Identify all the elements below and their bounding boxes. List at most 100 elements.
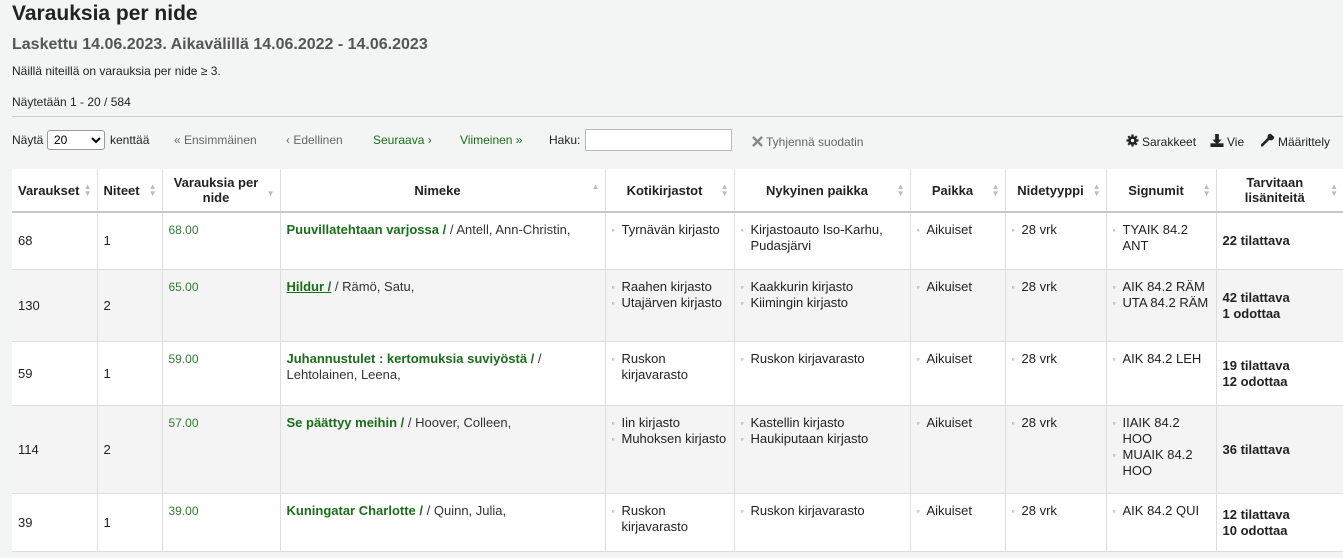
title-link[interactable]: Se päättyy meihin / [287,415,405,430]
holds-count: 130 [12,269,98,342]
table-row: 114 2 57.00 Se päättyy meihin / / Hoover, C… [12,405,1343,494]
title-wrap: Hildur / / Rämö, Satu, [287,270,599,295]
entries-label: kenttää [110,133,150,147]
title-link[interactable]: Hildur / [287,279,332,294]
current-location: Ruskon kirjavarasto [741,503,904,519]
items-count: 1 [97,493,163,552]
item-type-cell: 28 vrk [1005,269,1107,342]
title-link[interactable]: Kuningatar Charlotte / [287,503,424,518]
column-header-items[interactable]: Niteet ▲ ▼ [97,169,163,213]
location: Aikuiset [917,503,999,519]
column-header-home-libraries[interactable]: Kotikirjastot ▲ ▼ [605,169,735,213]
item-type-item: 28 vrk [1012,222,1100,238]
current-location-cell: Kirjastoauto Iso-Karhu, Pudasjärvi [734,212,911,270]
location-cell: Aikuiset [910,405,1006,494]
column-header-location[interactable]: Paikka ▲ ▼ [910,169,1006,213]
holds-count: 59 [12,341,98,406]
column-header-call-numbers[interactable]: Signumit ▲ ▼ [1106,169,1217,213]
author: / Rämö, Satu, [334,279,415,294]
configure-button[interactable]: Määrittely [1260,130,1330,155]
report-note: Näillä niteillä on varauksia per nide ≥ … [12,64,221,78]
title-link[interactable]: Puuvillatehtaan varjossa / [287,222,447,237]
title-cell: Puuvillatehtaan varjossa / / Antell, Ann… [280,212,606,270]
call-numbers-cell: TYAIK 84.2 ANT [1106,212,1217,270]
item-type-cell: 28 vrk [1005,405,1107,494]
home-libraries-item: Tyrnävän kirjasto [612,222,728,238]
table-row: 68 1 68.00 Puuvillatehtaan varjossa / / Ant… [12,212,1343,270]
location-cell: Aikuiset [910,493,1006,552]
export-button[interactable]: Vie [1210,130,1244,155]
item-type-item: 28 vrk [1012,279,1100,295]
location: Aikuiset [917,279,999,295]
items-count: 2 [97,269,163,342]
last-page-link[interactable]: Viimeinen » [460,128,522,152]
sort-icon: ▲ ▼ [991,182,1000,198]
call-numbers-item: TYAIK 84.2 ANT [1113,222,1210,254]
next-page-link[interactable]: Seuraava › [373,128,432,152]
table-row: 59 1 59.00 Juhannustulet : kertomuksia suvi… [12,341,1343,406]
location: Aikuiset [917,351,999,367]
previous-page-link[interactable]: ‹ Edellinen [286,128,343,152]
call-numbers-cell: AIK 84.2 RÄMUTA 84.2 RÄM [1106,269,1217,342]
home-libraries: Raahen kirjastoUtajärven kirjasto [612,279,728,311]
item-type-wrap: 28 vrk [1012,494,1100,519]
holds-count: 114 [12,405,98,494]
call-numbers-item: AIK 84.2 RÄM [1113,279,1210,295]
column-header-holds[interactable]: Varaukset ▲ ▼ [12,169,98,213]
current-location-cell: Ruskon kirjavarasto [734,341,911,406]
items-needed-line: 10 odottaa [1222,522,1288,538]
current-location-item: Haukiputaan kirjasto [741,431,904,447]
sort-icon: ▲ ▼ [896,182,905,198]
column-header-item-type[interactable]: Nidetyyppi ▲ ▼ [1005,169,1107,213]
current-location-wrap: Ruskon kirjavarasto [741,494,904,519]
holds-per-item: 59.00 [162,341,281,406]
call-numbers-wrap: AIK 84.2 QUI [1113,494,1210,519]
home-libraries-wrap: Raahen kirjastoUtajärven kirjasto [612,270,728,311]
sort-ascending-icon: ▲ [591,182,600,191]
home-libraries-item: Raahen kirjasto [612,279,728,295]
page-size-select[interactable]: 20 [47,130,105,150]
items-needed-line: 22 tilattava [1222,233,1290,248]
current-location-cell: Kaakkurin kirjastoKiimingin kirjasto [734,269,911,342]
location-wrap: Aikuiset [917,406,999,431]
clear-filter-button[interactable]: Tyhjennä suodatin [752,130,863,155]
table-header-row: Varaukset ▲ ▼ Niteet ▲ ▼ Varauksia per nide … [12,169,1343,213]
items-needed-line: 19 tilattava [1222,357,1290,373]
item-type-wrap: 28 vrk [1012,270,1100,295]
home-libraries-cell: Tyrnävän kirjasto [605,212,735,270]
home-libraries-cell: Ruskon kirjavarasto [605,341,735,406]
items-count: 1 [97,212,163,270]
home-libraries-wrap: Iin kirjastoMuhoksen kirjasto [612,406,728,447]
sort-descending-icon: ▼ [266,189,275,198]
items-needed: 19 tilattava 12 odottaa [1216,341,1343,406]
column-header-holds-per-item[interactable]: Varauksia per nide ▼ [162,169,281,213]
first-page-link[interactable]: « Ensimmäinen [174,128,257,152]
divider [12,116,1343,117]
holds-per-item-value: 59.00 [168,352,199,366]
page-size-label: Näytä [12,133,44,147]
item-type-wrap: 28 vrk [1012,406,1100,431]
current-location: Kirjastoauto Iso-Karhu, Pudasjärvi [741,222,904,254]
sort-icon: ▲ ▼ [83,182,92,198]
search-input[interactable] [585,129,732,151]
current-location-item: Ruskon kirjavarasto [741,503,904,519]
holds-per-item-value: 39.00 [168,504,199,518]
home-libraries-item: Ruskon kirjavarasto [612,351,728,383]
items-needed-line: 1 odottaa [1222,305,1281,321]
title-link[interactable]: Juhannustulet : kertomuksia suviyöstä / [287,351,535,366]
home-libraries-item: Ruskon kirjavarasto [612,503,728,535]
title-cell: Kuningatar Charlotte / / Quinn, Julia, [280,493,606,552]
holds-per-item-value: 68.00 [168,223,199,237]
items-needed-line: 12 odottaa [1222,373,1288,389]
column-header-current-location[interactable]: Nykyinen paikka ▲ ▼ [734,169,911,213]
holds-count: 39 [12,493,98,552]
items-needed: 12 tilattava 10 odottaa [1216,493,1343,552]
current-location-wrap: Kirjastoauto Iso-Karhu, Pudasjärvi [741,213,904,254]
column-header-title[interactable]: Nimeke ▲ [280,169,606,213]
items-needed-line: 36 tilattava [1222,441,1290,457]
home-libraries: Iin kirjastoMuhoksen kirjasto [612,415,728,447]
location: Aikuiset [917,415,999,431]
home-libraries-item: Utajärven kirjasto [612,295,728,311]
columns-button[interactable]: Sarakkeet [1126,130,1196,155]
column-header-items-needed[interactable]: Tarvitaan lisäniteitä ▲ ▼ [1216,169,1343,213]
